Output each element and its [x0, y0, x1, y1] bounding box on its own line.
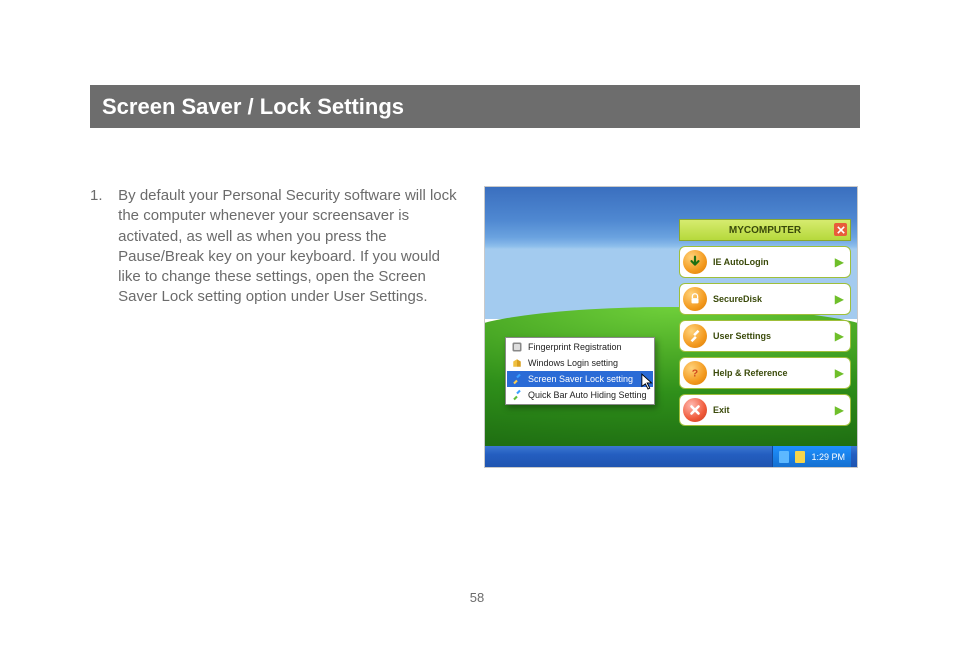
windows-login-icon — [511, 357, 523, 369]
lock-icon — [683, 287, 707, 311]
menu-item-label: Windows Login setting — [528, 358, 618, 368]
chevron-right-icon: ▶ — [835, 329, 844, 343]
menu-item-fingerprint-registration[interactable]: Fingerprint Registration — [507, 339, 653, 355]
menu-item-screen-saver-lock-setting[interactable]: Screen Saver Lock setting — [507, 371, 653, 387]
question-icon: ? — [683, 361, 707, 385]
menu-item-label: Quick Bar Auto Hiding Setting — [528, 390, 647, 400]
quickbar-title: MYCOMPUTER — [729, 225, 801, 236]
quickbar-item-help-reference[interactable]: ? Help & Reference ▶ — [679, 357, 851, 389]
close-icon — [837, 226, 845, 234]
quickbar-item-securedisk[interactable]: SecureDisk ▶ — [679, 283, 851, 315]
tray-icon[interactable] — [795, 451, 805, 463]
section-title-text: Screen Saver / Lock Settings — [102, 94, 404, 120]
page-number: 58 — [0, 590, 954, 605]
download-arrow-icon — [683, 250, 707, 274]
quickbar-item-label: Help & Reference — [713, 368, 829, 378]
step-text: By default your Personal Security softwa… — [118, 186, 463, 308]
taskbar-clock: 1:29 PM — [811, 452, 845, 462]
quickbar-panel: MYCOMPUTER IE AutoLogin ▶ S — [679, 219, 851, 426]
tray-icon[interactable] — [779, 451, 789, 463]
user-settings-submenu: Fingerprint Registration Windows Login s… — [505, 337, 655, 405]
quickbar-item-exit[interactable]: Exit ▶ — [679, 394, 851, 426]
quickbar-item-label: Exit — [713, 405, 829, 415]
windows-taskbar[interactable]: 1:29 PM — [485, 446, 857, 467]
quickbar-item-ie-autologin[interactable]: IE AutoLogin ▶ — [679, 246, 851, 278]
close-button[interactable] — [834, 223, 847, 236]
chevron-right-icon: ▶ — [835, 292, 844, 306]
menu-item-label: Screen Saver Lock setting — [528, 374, 633, 384]
menu-item-quickbar-autohide[interactable]: Quick Bar Auto Hiding Setting — [507, 387, 653, 403]
quickbar-header: MYCOMPUTER — [679, 219, 851, 241]
embedded-screenshot: Fingerprint Registration Windows Login s… — [484, 186, 858, 468]
fingerprint-icon — [511, 341, 523, 353]
x-icon — [683, 398, 707, 422]
menu-item-windows-login-setting[interactable]: Windows Login setting — [507, 355, 653, 371]
menu-item-label: Fingerprint Registration — [528, 342, 622, 352]
section-title: Screen Saver / Lock Settings — [90, 85, 860, 128]
svg-text:?: ? — [692, 368, 698, 380]
quickbar-item-user-settings[interactable]: User Settings ▶ — [679, 320, 851, 352]
quickbar-item-label: User Settings — [713, 331, 829, 341]
quickbar-item-label: SecureDisk — [713, 294, 829, 304]
system-tray[interactable]: 1:29 PM — [772, 446, 851, 467]
instruction-step: 1. By default your Personal Security sof… — [90, 186, 470, 468]
tools-icon — [511, 373, 523, 385]
quickbar-item-label: IE AutoLogin — [713, 257, 829, 267]
tools-icon — [511, 389, 523, 401]
step-number: 1. — [90, 186, 114, 206]
chevron-right-icon: ▶ — [835, 366, 844, 380]
tools-icon — [683, 324, 707, 348]
chevron-right-icon: ▶ — [835, 255, 844, 269]
chevron-right-icon: ▶ — [835, 403, 844, 417]
